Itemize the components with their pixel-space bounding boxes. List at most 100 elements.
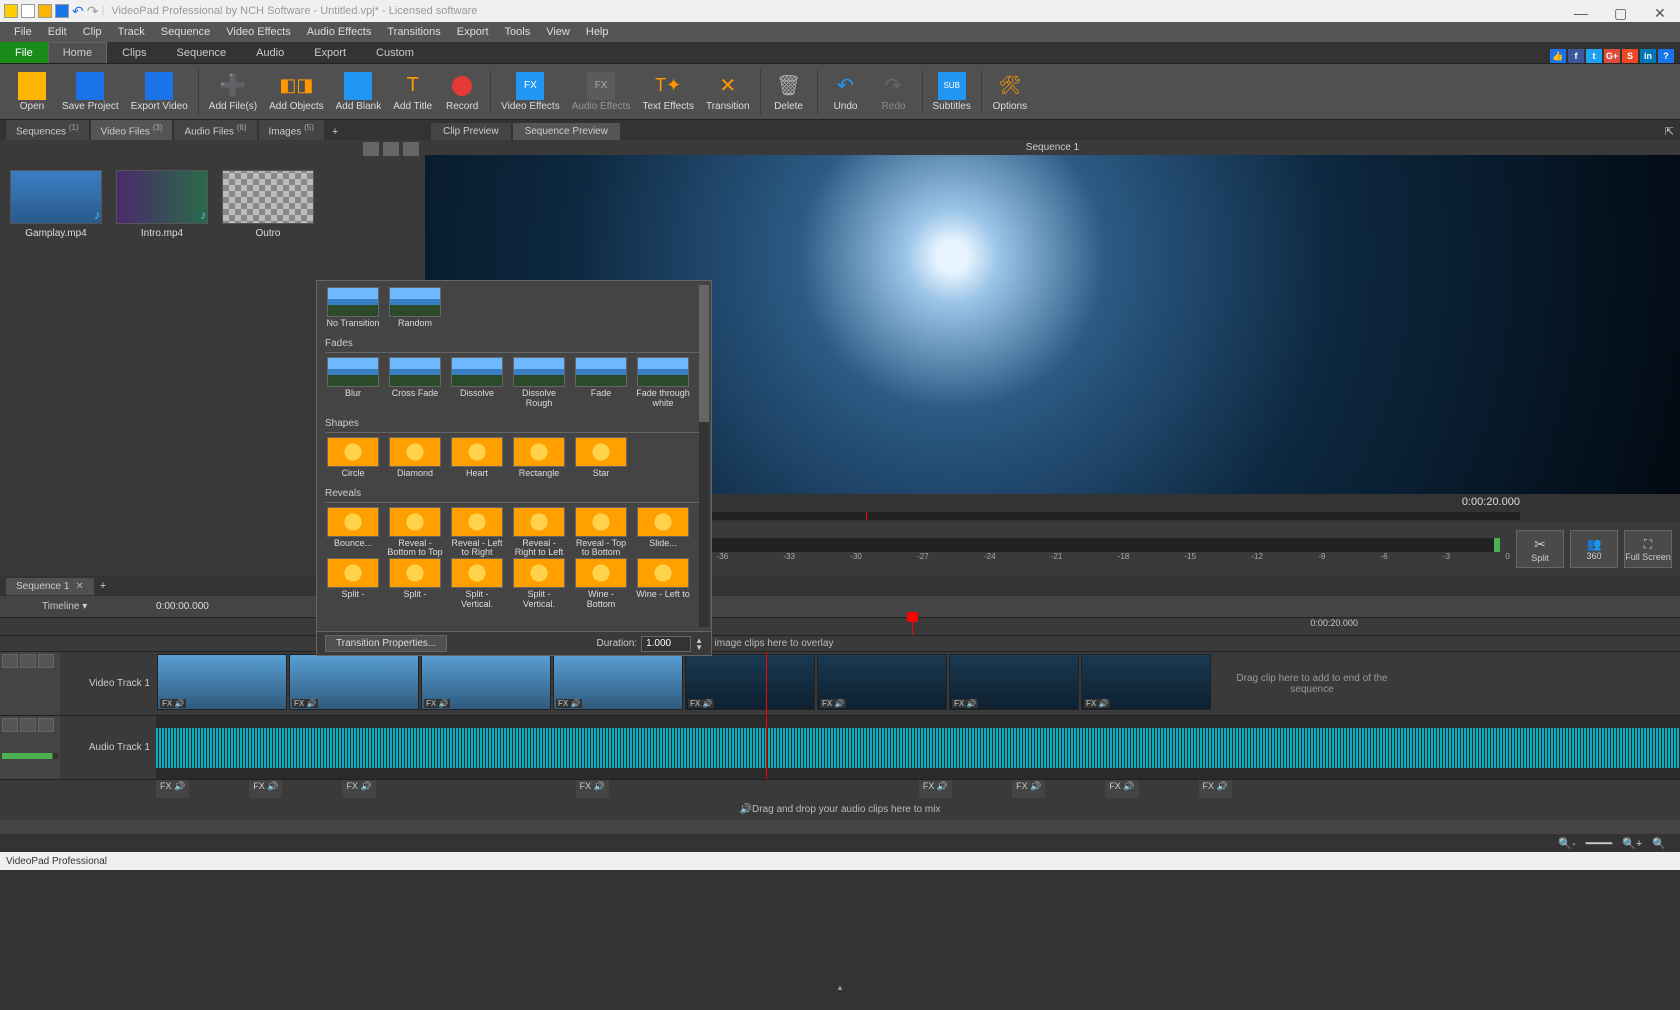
track-solo-icon[interactable]: [38, 718, 54, 732]
menu-export[interactable]: Export: [449, 24, 497, 40]
track-solo-icon[interactable]: [38, 654, 54, 668]
transition-item[interactable]: Star: [573, 437, 629, 479]
maximize-button[interactable]: ▢: [1614, 5, 1626, 17]
transition-item[interactable]: Reveal - Top to Bottom: [573, 507, 629, 559]
bin-item[interactable]: ♪Gamplay.mp4: [10, 170, 102, 239]
transition-item[interactable]: Heart: [449, 437, 505, 479]
transition-item[interactable]: Split - Vertical.: [511, 558, 567, 610]
transition-item[interactable]: Split -: [387, 558, 443, 610]
transition-item[interactable]: Rectangle: [511, 437, 567, 479]
bin-tab-add[interactable]: +: [326, 124, 344, 140]
transition-item[interactable]: Circle: [325, 437, 381, 479]
bin-tab-audio[interactable]: Audio Files (6): [174, 120, 256, 140]
transition-item[interactable]: Fade: [573, 357, 629, 409]
video-effects-button[interactable]: FXVideo Effects: [495, 70, 566, 114]
bin-item[interactable]: ♪Intro.mp4: [116, 170, 208, 239]
thumb-view-icon[interactable]: [403, 142, 419, 156]
menu-clip[interactable]: Clip: [75, 24, 110, 40]
video-clip[interactable]: FX 🔊: [817, 654, 947, 710]
options-button[interactable]: 🛠Options: [986, 70, 1034, 114]
text-effects-button[interactable]: T✦Text Effects: [636, 70, 700, 114]
undo-icon[interactable]: ↶: [72, 3, 84, 20]
menu-sequence[interactable]: Sequence: [153, 24, 219, 40]
menu-video-effects[interactable]: Video Effects: [218, 24, 298, 40]
bin-tab-video[interactable]: Video Files (3): [91, 120, 173, 140]
360-button[interactable]: 👥360: [1570, 530, 1618, 568]
preview-tab-clip[interactable]: Clip Preview: [431, 123, 511, 140]
transition-item[interactable]: Wine - Bottom: [573, 558, 629, 610]
transition-item[interactable]: Diamond: [387, 437, 443, 479]
menu-transitions[interactable]: Transitions: [379, 24, 448, 40]
open-icon[interactable]: [38, 4, 52, 18]
video-clip[interactable]: FX 🔊: [1081, 654, 1211, 710]
transition-item[interactable]: Split - Vertical.: [449, 558, 505, 610]
ribbon-tab-home[interactable]: Home: [48, 42, 107, 63]
menu-tools[interactable]: Tools: [497, 24, 539, 40]
ribbon-tab-clips[interactable]: Clips: [107, 42, 161, 63]
like-icon[interactable]: 👍: [1550, 49, 1566, 63]
transition-item[interactable]: Wine - Left to: [635, 558, 691, 610]
menu-file[interactable]: File: [6, 24, 40, 40]
bin-tab-sequences[interactable]: Sequences (1): [6, 120, 89, 140]
transition-item[interactable]: Random: [387, 287, 443, 329]
timeline-scrollbar[interactable]: [0, 820, 1680, 834]
track-lock-icon[interactable]: [2, 654, 18, 668]
bin-tab-images[interactable]: Images (5): [259, 120, 324, 140]
delete-clip-icon[interactable]: [363, 142, 379, 156]
redo-button[interactable]: ↷Redo: [870, 70, 918, 114]
duration-stepper[interactable]: ▲▼: [695, 637, 703, 651]
track-mute-icon[interactable]: [20, 654, 36, 668]
zoom-fit-icon[interactable]: 🔍: [1652, 837, 1666, 850]
track-lock-icon[interactable]: [2, 718, 18, 732]
detach-preview-icon[interactable]: ⇱: [1659, 123, 1680, 140]
stumble-icon[interactable]: S: [1622, 49, 1638, 63]
minimize-button[interactable]: —: [1574, 5, 1586, 17]
transition-item[interactable]: Blur: [325, 357, 381, 409]
transition-item[interactable]: No Transition: [325, 287, 381, 329]
subtitles-button[interactable]: SUBSubtitles: [927, 70, 977, 114]
video-clip[interactable]: FX 🔊: [289, 654, 419, 710]
duration-input[interactable]: [641, 636, 691, 652]
video-clip[interactable]: FX 🔊: [157, 654, 287, 710]
video-clip[interactable]: FX 🔊: [421, 654, 551, 710]
fullscreen-button[interactable]: ⛶Full Screen: [1624, 530, 1672, 568]
preview-tab-sequence[interactable]: Sequence Preview: [513, 123, 620, 140]
close-button[interactable]: ✕: [1654, 5, 1666, 17]
timeline-mode-label[interactable]: Timeline: [42, 601, 79, 612]
record-button[interactable]: Record: [438, 70, 486, 114]
menu-help[interactable]: Help: [578, 24, 617, 40]
ribbon-tab-export[interactable]: Export: [299, 42, 361, 63]
google-plus-icon[interactable]: G+: [1604, 49, 1620, 63]
ribbon-tab-sequence[interactable]: Sequence: [162, 42, 242, 63]
add-title-button[interactable]: TAdd Title: [387, 70, 438, 114]
audio-waveform[interactable]: [156, 716, 1680, 779]
facebook-icon[interactable]: f: [1568, 49, 1584, 63]
transition-properties-button[interactable]: Transition Properties...: [325, 635, 447, 652]
menu-edit[interactable]: Edit: [40, 24, 75, 40]
add-sequence-button[interactable]: +: [94, 578, 112, 594]
add-objects-button[interactable]: ◧◨Add Objects: [263, 70, 329, 114]
menu-view[interactable]: View: [538, 24, 578, 40]
transition-item[interactable]: Reveal - Left to Right: [449, 507, 505, 559]
transition-item[interactable]: Reveal - Right to Left: [511, 507, 567, 559]
delete-button[interactable]: 🗑Delete: [765, 70, 813, 114]
menu-track[interactable]: Track: [110, 24, 153, 40]
split-button[interactable]: ✂Split: [1516, 530, 1564, 568]
transition-item[interactable]: Split -: [325, 558, 381, 610]
transition-button[interactable]: ✕Transition: [700, 70, 756, 114]
drag-clip-hint[interactable]: Drag clip here to add to end of the sequ…: [1212, 652, 1412, 715]
timeline-ruler[interactable]: 0:00:20.000: [0, 618, 1680, 636]
add-files-button[interactable]: ➕Add File(s): [203, 70, 263, 114]
new-icon[interactable]: [21, 4, 35, 18]
list-view-icon[interactable]: [383, 142, 399, 156]
transition-item[interactable]: Dissolve Rough: [511, 357, 567, 409]
help-icon[interactable]: ?: [1658, 49, 1674, 63]
ribbon-tab-audio[interactable]: Audio: [241, 42, 299, 63]
mix-track[interactable]: 🔊 Drag and drop your audio clips here to…: [0, 798, 1680, 820]
video-clip[interactable]: FX 🔊: [949, 654, 1079, 710]
playhead[interactable]: [907, 612, 918, 622]
close-icon[interactable]: ✕: [75, 581, 83, 592]
panel-scrollbar[interactable]: [699, 285, 709, 627]
video-clip[interactable]: FX 🔊: [553, 654, 683, 710]
menu-audio-effects[interactable]: Audio Effects: [299, 24, 380, 40]
